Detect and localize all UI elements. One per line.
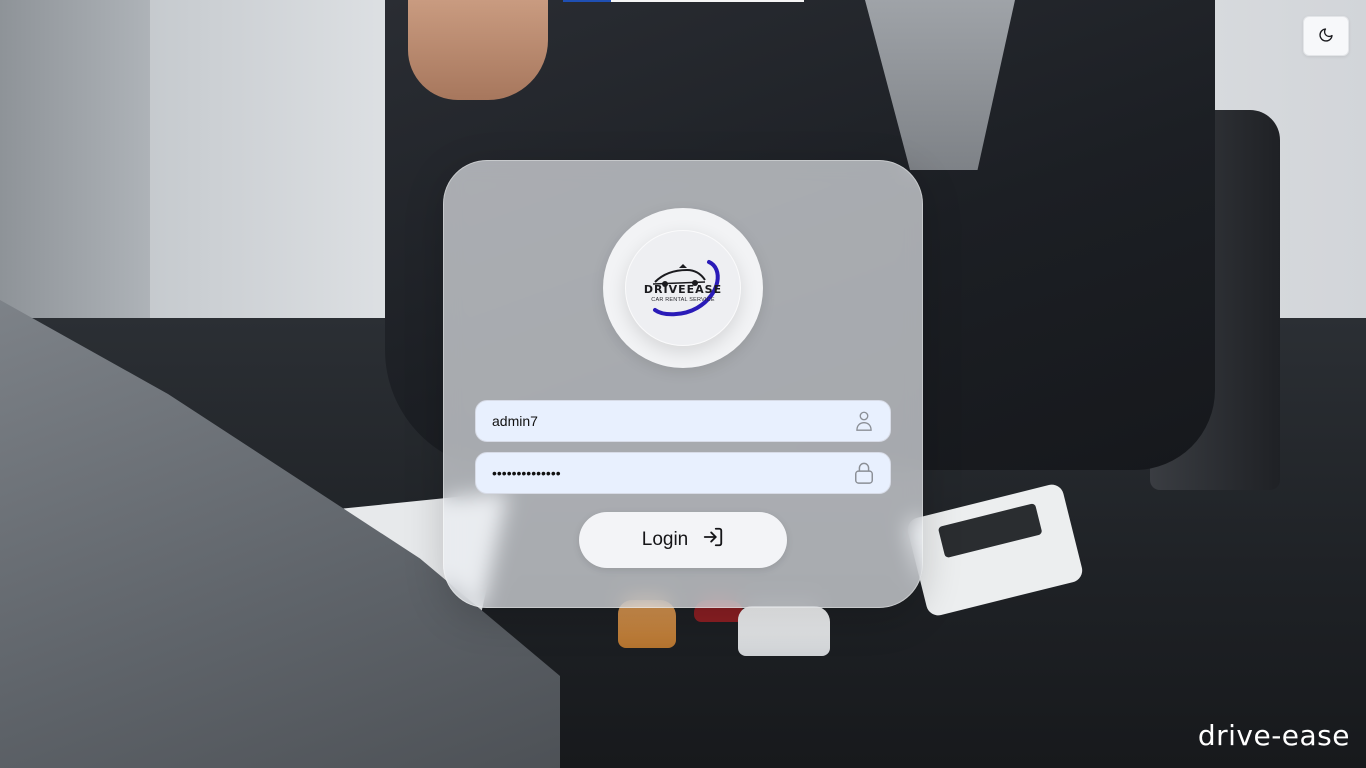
top-strip [611, 0, 804, 2]
login-arrow-icon [702, 526, 724, 554]
username-field[interactable] [475, 400, 891, 442]
background-toy-car-white [738, 606, 830, 656]
logo-tagline: CAR RENTAL SERVICE [651, 297, 715, 303]
user-icon [844, 401, 884, 441]
login-button-label: Login [641, 529, 689, 550]
top-progress-strip [563, 0, 611, 2]
background-wall-shade [0, 0, 150, 330]
calculator-screen [937, 502, 1043, 559]
theme-toggle-button[interactable] [1303, 16, 1349, 56]
background-hand [408, 0, 548, 100]
password-field[interactable] [475, 452, 891, 494]
moon-icon [1318, 27, 1334, 46]
login-card: DRIVEEASE CAR RENTAL SERVICE Login [443, 160, 923, 608]
brand-watermark: drive-ease [1197, 719, 1350, 752]
logo-brand-text: DRIVEEASE [643, 283, 723, 296]
password-input[interactable] [476, 453, 844, 493]
login-button[interactable]: Login [579, 512, 787, 568]
logo-badge: DRIVEEASE CAR RENTAL SERVICE [603, 208, 763, 368]
lock-icon [844, 453, 884, 493]
logo: DRIVEEASE CAR RENTAL SERVICE [625, 230, 741, 346]
username-input[interactable] [476, 401, 844, 441]
